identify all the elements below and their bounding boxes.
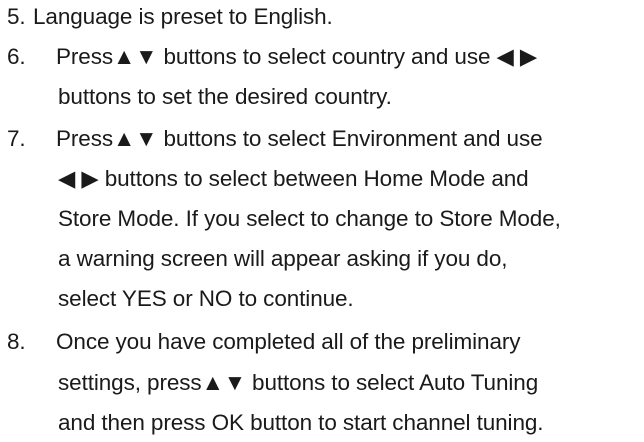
step-number-6: 6. bbox=[7, 44, 26, 69]
step-5-line-1: Language is preset to English. bbox=[33, 4, 333, 29]
step-6-line-1: Press▲▼ buttons to select country and us… bbox=[56, 44, 538, 69]
step-7-line-5: select YES or NO to continue. bbox=[58, 286, 354, 311]
step-7-line-1: Press▲▼ buttons to select Environment an… bbox=[56, 126, 543, 151]
step-8-line-3: and then press OK button to start channe… bbox=[58, 410, 544, 435]
step-8-line-1: Once you have completed all of the preli… bbox=[56, 329, 521, 354]
step-7-line-4: a warning screen will appear asking if y… bbox=[58, 246, 508, 271]
step-number-7: 7. bbox=[7, 126, 26, 151]
step-number-8: 8. bbox=[7, 329, 26, 354]
instruction-page: 5. Language is preset to English. 6. Pre… bbox=[0, 0, 644, 442]
step-7-line-2: ◀ ▶ buttons to select between Home Mode … bbox=[58, 166, 529, 191]
step-number-5: 5. bbox=[7, 4, 26, 29]
step-6-line-2: buttons to set the desired country. bbox=[58, 84, 392, 109]
step-8-line-2: settings, press▲▼ buttons to select Auto… bbox=[58, 370, 539, 395]
step-7-line-3: Store Mode. If you select to change to S… bbox=[58, 206, 561, 231]
